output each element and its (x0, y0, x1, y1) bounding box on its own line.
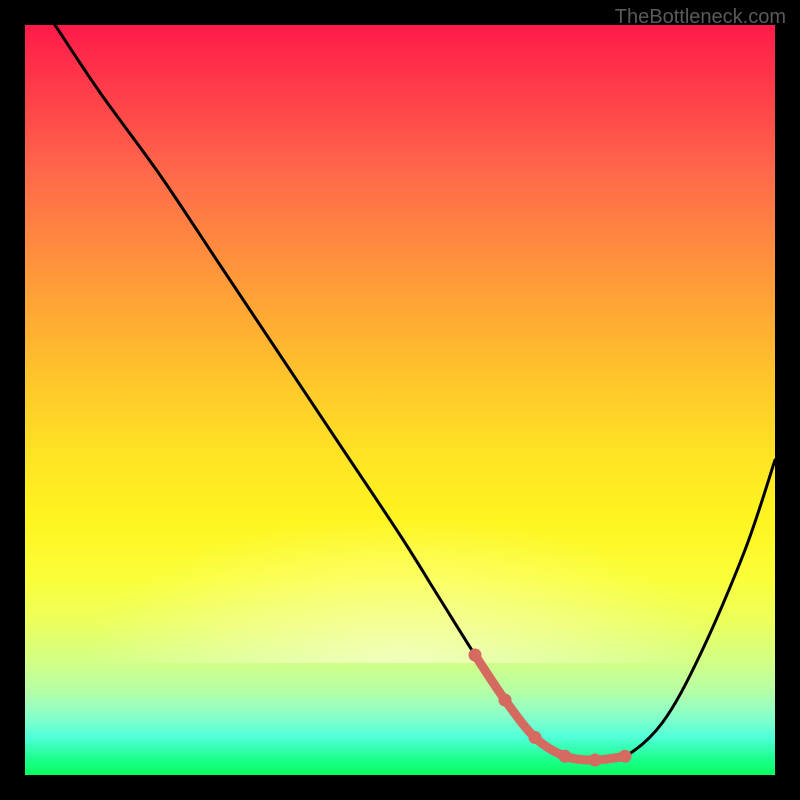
bottleneck-curve-line (55, 25, 775, 760)
highlight-marker-dot (619, 750, 632, 763)
highlight-marker-dot (559, 750, 572, 763)
watermark-text: TheBottleneck.com (615, 6, 786, 29)
highlight-marker-dot (499, 694, 512, 707)
chart-plot-area (25, 25, 775, 775)
highlight-marker-dot (529, 731, 542, 744)
highlight-marker-dot (589, 754, 602, 767)
highlight-segment (475, 655, 625, 760)
highlight-markers (469, 649, 632, 767)
chart-svg (25, 25, 775, 775)
highlight-marker-dot (469, 649, 482, 662)
